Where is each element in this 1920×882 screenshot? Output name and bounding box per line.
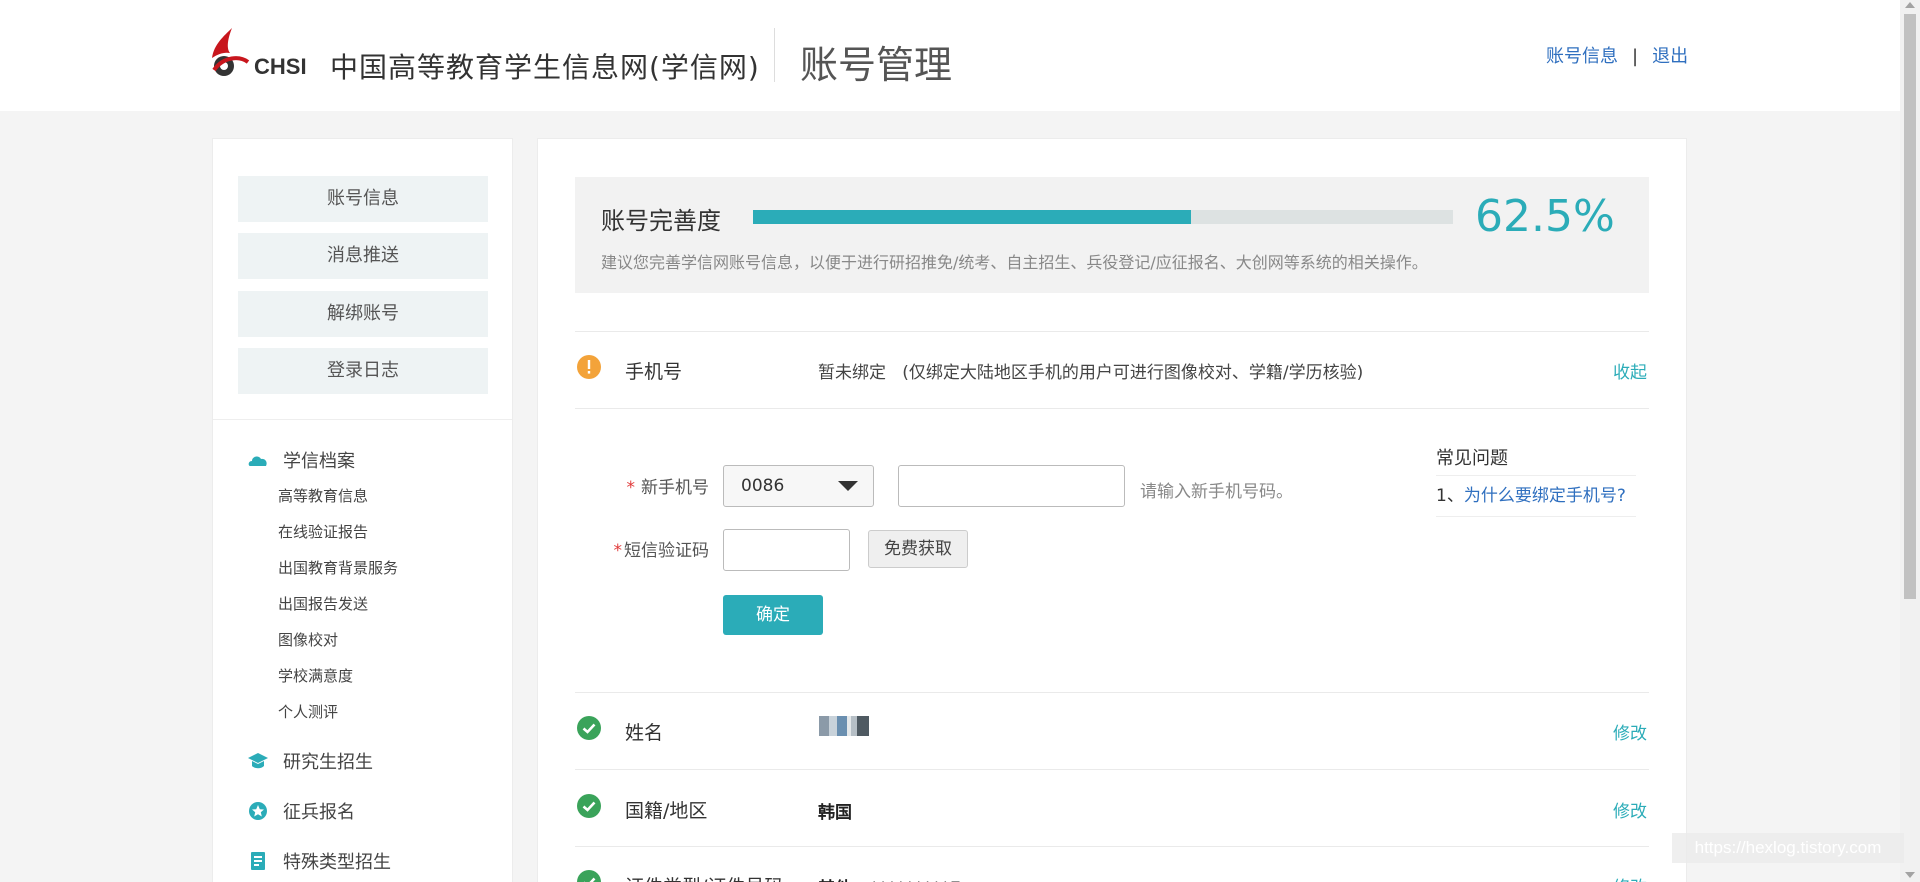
graduation-cap-icon xyxy=(247,750,269,772)
faq-index: 1、 xyxy=(1436,486,1464,506)
nationality-label: 国籍/地区 xyxy=(625,800,708,822)
star-badge-icon xyxy=(247,800,269,822)
check-icon xyxy=(577,716,601,740)
sidebar-divider xyxy=(213,419,512,420)
sidebar-sub-school-satisfaction[interactable]: 学校满意度 xyxy=(278,665,353,686)
logout-link[interactable]: 退出 xyxy=(1652,46,1688,67)
category-label: 特殊类型招生 xyxy=(283,852,391,873)
chevron-down-icon xyxy=(838,481,858,491)
country-code-select[interactable]: 0086 xyxy=(723,465,874,507)
sidebar-sub-abroad-edu-service[interactable]: 出国教育背景服务 xyxy=(278,557,398,578)
phone-value: 暂未绑定 (仅绑定大陆地区手机的用户可进行图像校对、学籍/学历核验) xyxy=(818,363,1364,383)
completeness-panel: 账号完善度 62.5% 建议您完善学信网账号信息，以便于进行研招推免/统考、自主… xyxy=(575,177,1649,293)
faq-title: 常见问题 xyxy=(1436,448,1508,469)
sidebar-sub-abroad-report-send[interactable]: 出国报告发送 xyxy=(278,593,368,614)
scroll-down-arrow-icon[interactable] xyxy=(1905,872,1915,878)
check-icon xyxy=(577,794,601,818)
logo-text: CHSI xyxy=(254,54,307,79)
account-info-link[interactable]: 账号信息 xyxy=(1546,46,1618,67)
edit-name-link[interactable]: 修改 xyxy=(1613,719,1647,744)
sidebar-category-conscription[interactable]: 征兵报名 xyxy=(247,798,355,824)
cloud-icon xyxy=(247,449,269,471)
page-scrollbar[interactable] xyxy=(1900,0,1920,882)
sidebar-sub-higher-edu-info[interactable]: 高等教育信息 xyxy=(278,485,368,506)
phone-input-hint: 请输入新手机号码。 xyxy=(1140,482,1293,502)
page-title: 账号管理 xyxy=(800,43,953,87)
completeness-progress-bar xyxy=(753,210,1453,224)
row-divider xyxy=(575,408,1649,409)
scroll-up-arrow-icon[interactable] xyxy=(1905,2,1915,8)
sidebar-item-login-log[interactable]: 登录日志 xyxy=(238,348,488,394)
category-label: 征兵报名 xyxy=(283,802,355,823)
confirm-button[interactable]: 确定 xyxy=(723,595,823,635)
sidebar-sub-image-check[interactable]: 图像校对 xyxy=(278,629,338,650)
chsi-logo[interactable]: CHSI xyxy=(210,26,310,84)
sidebar-sub-personal-test[interactable]: 个人测评 xyxy=(278,701,338,722)
sidebar-category-special-enrollment[interactable]: 特殊类型招生 xyxy=(247,848,391,874)
edit-nationality-link[interactable]: 修改 xyxy=(1613,797,1647,822)
sidebar-item-message-push[interactable]: 消息推送 xyxy=(238,233,488,279)
name-label: 姓名 xyxy=(625,722,664,744)
faq-link-why-bind-phone[interactable]: 为什么要绑定手机号? xyxy=(1464,486,1626,506)
top-header: CHSI 中国高等教育学生信息网(学信网) 账号管理 账号信息 | 退出 xyxy=(0,0,1900,111)
get-sms-code-button[interactable]: 免费获取 xyxy=(868,530,968,568)
sms-code-label-text: 短信验证码 xyxy=(624,541,709,561)
sms-code-label: * 短信验证码 xyxy=(594,536,710,561)
faq-list: 1、为什么要绑定手机号? xyxy=(1436,475,1636,517)
sidebar-category-archive[interactable]: 学信档案 xyxy=(247,447,355,473)
row-divider xyxy=(575,846,1649,847)
sms-code-input[interactable] xyxy=(723,529,850,571)
new-phone-label-text: 新手机号 xyxy=(641,478,709,498)
check-icon xyxy=(577,870,601,882)
sidebar-category-graduate[interactable]: 研究生招生 xyxy=(247,748,373,774)
sidebar: 账号信息 消息推送 解绑账号 登录日志 学信档案 高等教育信息 在线验证报告 出… xyxy=(212,138,513,882)
row-divider xyxy=(575,769,1649,770)
required-mark: * xyxy=(626,478,636,498)
row-divider xyxy=(575,692,1649,693)
header-links: 账号信息 | 退出 xyxy=(1546,42,1688,68)
new-phone-label: * 新手机号 xyxy=(614,473,710,498)
main-panel: 账号完善度 62.5% 建议您完善学信网账号信息，以便于进行研招推免/统考、自主… xyxy=(537,138,1687,882)
sidebar-item-unbind-account[interactable]: 解绑账号 xyxy=(238,291,488,337)
completeness-progress-fill xyxy=(753,210,1191,224)
site-name: 中国高等教育学生信息网(学信网) xyxy=(330,51,760,84)
warning-icon xyxy=(577,355,601,379)
phone-label: 手机号 xyxy=(625,361,683,383)
new-phone-input[interactable] xyxy=(898,465,1125,507)
nationality-value: 韩国 xyxy=(818,803,852,823)
id-label: 证件类型/证件号码 xyxy=(625,872,783,882)
completeness-percent: 62.5% xyxy=(1475,191,1615,242)
completeness-title: 账号完善度 xyxy=(601,207,721,235)
category-label: 研究生招生 xyxy=(283,752,373,773)
row-divider xyxy=(575,331,1649,332)
document-icon xyxy=(247,850,269,872)
watermark: https://hexlog.tistory.com xyxy=(1672,833,1904,863)
collapse-phone-link[interactable]: 收起 xyxy=(1613,358,1647,383)
header-divider xyxy=(774,28,775,82)
required-mark: * xyxy=(613,541,623,561)
redacted-name-image xyxy=(819,716,871,736)
sidebar-item-account-info[interactable]: 账号信息 xyxy=(238,176,488,222)
link-separator: | xyxy=(1632,46,1639,67)
sidebar-sub-online-report[interactable]: 在线验证报告 xyxy=(278,521,368,542)
edit-id-link[interactable]: 修改 xyxy=(1613,873,1647,882)
completeness-tip: 建议您完善学信网账号信息，以便于进行研招推免/统考、自主招生、兵役登记/应征报名… xyxy=(601,253,1428,272)
id-value: 其他 *********5 xyxy=(818,874,962,882)
scrollbar-thumb[interactable] xyxy=(1904,14,1916,599)
category-label: 学信档案 xyxy=(283,451,355,472)
country-code-value: 0086 xyxy=(741,476,785,496)
